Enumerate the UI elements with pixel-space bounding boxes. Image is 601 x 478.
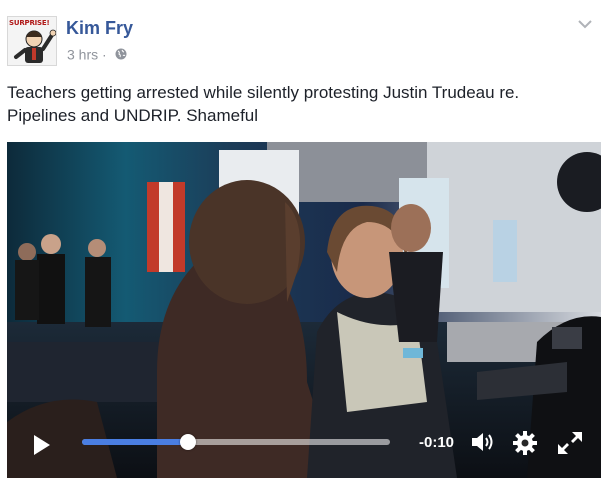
progress-bar[interactable] (82, 434, 390, 450)
progress-fill (82, 439, 189, 445)
video-player[interactable] (7, 142, 601, 478)
gear-icon[interactable] (512, 430, 538, 456)
avatar-cartoon-image (14, 29, 56, 63)
fullscreen-icon[interactable] (556, 430, 584, 456)
meta-separator: · (102, 46, 107, 63)
play-icon[interactable] (30, 433, 52, 457)
post-timestamp[interactable]: 3 hrs (67, 46, 98, 62)
post-caption: Teachers getting arrested while silently… (7, 83, 520, 125)
volume-icon[interactable] (470, 431, 496, 453)
globe-icon[interactable] (115, 48, 127, 60)
author-name[interactable]: Kim Fry (66, 18, 133, 39)
time-remaining: -0:10 (419, 434, 455, 451)
facebook-post: SURPRISE! Kim Fry 3 hrs · Teachers getti… (0, 0, 601, 478)
post-meta: 3 hrs · (67, 45, 127, 62)
avatar[interactable]: SURPRISE! (7, 16, 57, 66)
chevron-down-icon[interactable] (577, 18, 593, 30)
